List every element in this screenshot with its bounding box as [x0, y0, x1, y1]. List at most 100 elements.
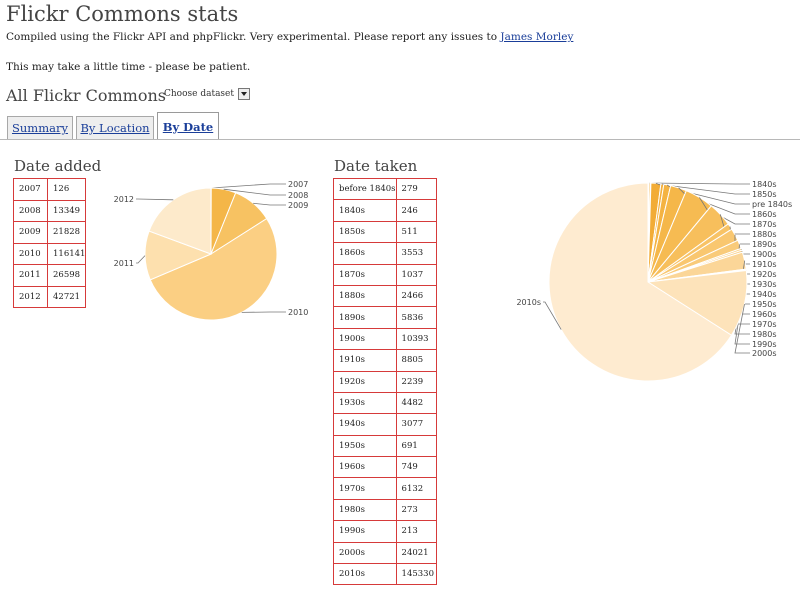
- row-label: 1850s: [333, 220, 397, 244]
- table-row: 1940s 3077: [333, 413, 437, 436]
- table-row: 2007 126: [13, 178, 87, 201]
- patience-note: This may take a little time - please be …: [6, 61, 251, 73]
- dataset-select[interactable]: Choose dataset: [164, 88, 250, 100]
- tab-bar-divider: [0, 139, 800, 140]
- leader-line: [211, 183, 286, 189]
- pie-label: 1850s: [752, 190, 777, 199]
- row-value: 246: [395, 199, 437, 222]
- table-row: 1840s 246: [333, 199, 437, 222]
- pie-label: 2009: [288, 201, 308, 210]
- row-label: 2010: [13, 242, 48, 265]
- row-label: 1950s: [333, 434, 397, 458]
- subtitle-text: Compiled using the Flickr API and phpFli…: [6, 31, 498, 43]
- leader-line: [253, 202, 286, 206]
- row-label: 1990s: [333, 520, 397, 543]
- pie-label: pre 1840s: [752, 200, 792, 209]
- dropdown-arrow-icon[interactable]: [238, 88, 250, 100]
- pie-label: 1840s: [752, 180, 777, 189]
- leader-line: [136, 198, 174, 201]
- pie-label: 1950s: [752, 300, 777, 309]
- row-value: 279: [395, 177, 437, 201]
- row-label: 1860s: [333, 242, 397, 265]
- row-value: 749: [395, 456, 437, 479]
- pie-label: 1910s: [752, 260, 777, 269]
- table-row: 1920s 2239: [333, 370, 437, 393]
- row-label: 2012: [13, 285, 48, 308]
- row-value: 116141: [46, 242, 87, 265]
- row-value: 126: [46, 178, 87, 201]
- dataset-select-label: Choose dataset: [164, 89, 234, 99]
- pie-label: 1960s: [752, 310, 777, 319]
- date-taken-table: before 1840s 279 1840s 246 1850s 511 1860s 3553…: [333, 177, 437, 586]
- table-row: 1870s 1037: [333, 263, 437, 286]
- row-value: 2239: [395, 370, 437, 393]
- row-label: 1960s: [333, 456, 397, 479]
- table-row: 2010s 145330: [333, 563, 437, 586]
- row-label: 1840s: [333, 199, 397, 222]
- row-value: 2466: [395, 284, 437, 308]
- row-value: 42721: [46, 285, 87, 308]
- page-title: Flickr Commons stats: [6, 2, 239, 26]
- row-value: 21828: [46, 221, 87, 244]
- table-row: 1930s 4482: [333, 391, 437, 415]
- row-value: 1037: [395, 263, 437, 286]
- table-row: 1890s 5836: [333, 306, 437, 329]
- row-value: 8805: [395, 349, 437, 372]
- table-row: 1950s 691: [333, 434, 437, 458]
- row-value: 273: [395, 498, 437, 522]
- author-link[interactable]: James Morley: [500, 31, 573, 43]
- row-value: 10393: [395, 327, 437, 351]
- tab-by-location[interactable]: By Location: [76, 116, 154, 139]
- table-row: 2010 116141: [13, 242, 87, 265]
- leader-line: [136, 255, 146, 264]
- row-value: 26598: [46, 264, 87, 287]
- row-value: 691: [395, 434, 437, 458]
- row-value: 511: [395, 220, 437, 244]
- row-value: 3077: [395, 413, 437, 436]
- pie-label: 1940s: [752, 290, 777, 299]
- row-value: 13349: [46, 199, 87, 222]
- table-row: 1900s 10393: [333, 327, 437, 351]
- pie-label: 1920s: [752, 270, 777, 279]
- row-label: 1880s: [333, 284, 397, 308]
- pie-label: 2008: [288, 191, 308, 200]
- row-value: 145330: [395, 563, 437, 586]
- table-row: 2008 13349: [13, 199, 87, 222]
- pie-label: 1930s: [752, 280, 777, 289]
- row-value: 5836: [395, 306, 437, 329]
- row-label: before 1840s: [333, 177, 397, 201]
- date-added-table: 2007 126 2008 13349 2009 21828 2010 116141 2011 2…: [13, 178, 87, 308]
- table-row: 2009 21828: [13, 221, 87, 244]
- row-value: 3553: [395, 242, 437, 265]
- pie-label: 2000s: [752, 349, 777, 358]
- pie-label: 2010s: [516, 298, 541, 307]
- tab-summary[interactable]: Summary: [7, 116, 73, 139]
- table-row: before 1840s 279: [333, 177, 437, 201]
- row-label: 2000s: [333, 541, 397, 565]
- table-row: 2012 42721: [13, 285, 87, 308]
- row-label: 1930s: [333, 391, 397, 415]
- tab-by-date[interactable]: By Date: [157, 112, 219, 140]
- table-row: 1960s 749: [333, 456, 437, 479]
- date-added-pie-chart: 2007 20082009 2010 2011 2012: [114, 180, 308, 321]
- pie-label: 2010: [288, 308, 308, 317]
- table-row: 1860s 3553: [333, 242, 437, 265]
- pie-label: 1990s: [752, 340, 777, 349]
- row-label: 1940s: [333, 413, 397, 436]
- pie-label: 1890s: [752, 240, 777, 249]
- row-label: 1980s: [333, 498, 397, 522]
- row-label: 2010s: [333, 563, 397, 586]
- page-subtitle: Compiled using the Flickr API and phpFli…: [6, 31, 573, 43]
- table-row: 1980s 273: [333, 498, 437, 522]
- date-taken-pie-chart: 1840s1850spre 1840s1860s1870s1880s1890s1…: [516, 180, 792, 382]
- pie-label: 1880s: [752, 230, 777, 239]
- table-row: 1850s 511: [333, 220, 437, 244]
- row-label: 2007: [13, 178, 48, 201]
- row-label: 1910s: [333, 349, 397, 372]
- row-value: 213: [395, 520, 437, 543]
- pie-label: 1870s: [752, 220, 777, 229]
- table-row: 1970s 6132: [333, 477, 437, 500]
- row-label: 2011: [13, 264, 48, 287]
- section-title: All Flickr Commons: [6, 86, 166, 105]
- row-value: 24021: [395, 541, 437, 565]
